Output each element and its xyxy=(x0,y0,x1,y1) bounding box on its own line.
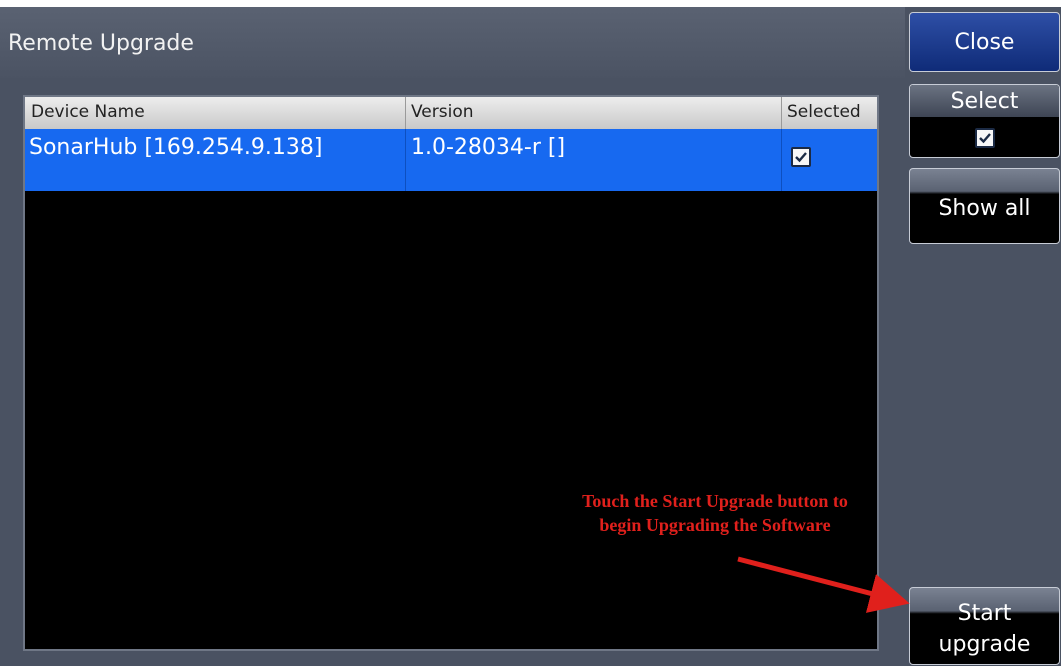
annotation-arrow-icon xyxy=(737,556,910,613)
annotation-line2: begin Upgrading the Software xyxy=(599,515,831,535)
annotation-text: Touch the Start Upgrade button to begin … xyxy=(530,489,900,537)
annotation-line1: Touch the Start Upgrade button to xyxy=(582,491,848,511)
